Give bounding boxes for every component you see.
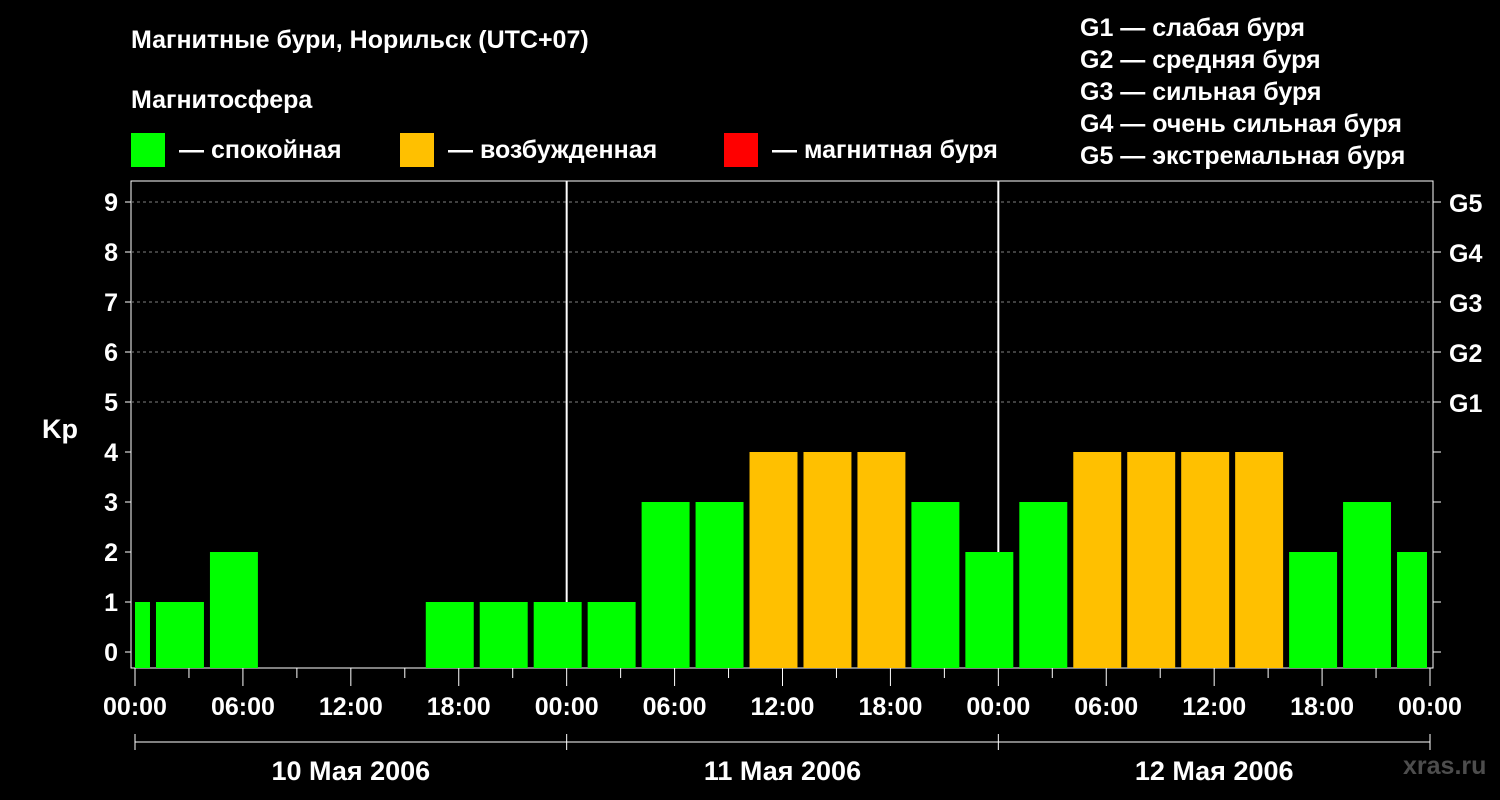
legend-item-active: — возбужденная: [400, 133, 657, 167]
kp-bar: [695, 502, 744, 668]
kp-bar: [1343, 502, 1392, 668]
kp-bar: [749, 452, 798, 668]
y-tick-label: 2: [104, 539, 118, 567]
legend-swatch-active: [400, 133, 434, 167]
kp-bar: [425, 602, 474, 668]
kp-bar: [803, 452, 852, 668]
kp-bar: [1235, 452, 1284, 668]
x-tick-label: 00:00: [103, 693, 167, 721]
g-legend-item: G4 — очень сильная буря: [1080, 110, 1402, 138]
kp-bar: [965, 552, 1014, 668]
g-scale-legend: G1 — слабая буря G2 — средняя буря G3 — …: [1080, 12, 1405, 172]
kp-bar: [479, 602, 528, 668]
x-tick-label: 06:00: [1074, 693, 1138, 721]
x-tick-label: 18:00: [858, 693, 922, 721]
day-label: 12 Мая 2006: [1135, 756, 1294, 786]
legend-label-storm: — магнитная буря: [772, 135, 998, 164]
g-legend-item: G3 — сильная буря: [1080, 78, 1322, 106]
legend-item-quiet: — спокойная: [131, 133, 342, 167]
g-legend-item: G1 — слабая буря: [1080, 14, 1306, 42]
x-tick-label: 12:00: [751, 693, 815, 721]
kp-bar: [1181, 452, 1230, 668]
g-scale-label: G1: [1449, 390, 1482, 418]
kp-bar: [1289, 552, 1338, 668]
chart-title: Магнитные бури, Норильск (UTC+07): [131, 26, 589, 54]
legend-swatch-quiet: [131, 133, 165, 167]
day-label: 10 Мая 2006: [271, 756, 430, 786]
g-legend-item: G5 — экстремальная буря: [1080, 142, 1406, 170]
kp-bar: [1073, 452, 1122, 668]
kp-bar: [135, 602, 150, 668]
y-tick-label: 3: [104, 489, 118, 517]
x-tick-label: 06:00: [643, 693, 707, 721]
x-tick-label: 00:00: [1398, 693, 1462, 721]
g-legend-item: G2 — средняя буря: [1080, 46, 1321, 74]
x-tick-label: 06:00: [211, 693, 275, 721]
y-axis-label: Kp: [42, 414, 78, 444]
kp-bar: [209, 552, 258, 668]
x-tick-label: 00:00: [535, 693, 599, 721]
legend-label-active: — возбужденная: [448, 135, 658, 164]
legend-label-quiet: — спокойная: [179, 135, 342, 164]
g-scale-label: G3: [1449, 290, 1482, 318]
y-tick-label: 4: [104, 439, 118, 467]
x-tick-label: 18:00: [427, 693, 491, 721]
kp-bar: [1019, 502, 1068, 668]
kp-bar: [641, 502, 690, 668]
magnetosphere-heading: Магнитосфера: [131, 86, 313, 114]
legend-swatch-storm: [724, 133, 758, 167]
kp-bar: [155, 602, 204, 668]
y-tick-label: 7: [104, 289, 118, 317]
y-tick-label: 0: [104, 639, 118, 667]
x-tick-label: 12:00: [1182, 693, 1246, 721]
kp-bar: [1127, 452, 1176, 668]
g-scale-label: G5: [1449, 190, 1482, 218]
kp-bar: [587, 602, 636, 668]
watermark: xras.ru: [1403, 752, 1487, 780]
day-label: 11 Мая 2006: [704, 756, 861, 786]
x-tick-label: 12:00: [319, 693, 383, 721]
kp-bar: [533, 602, 582, 668]
kp-bar: [1397, 552, 1427, 668]
y-tick-label: 1: [104, 589, 118, 617]
legend-item-storm: — магнитная буря: [724, 133, 998, 167]
x-tick-label: 18:00: [1290, 693, 1354, 721]
kp-bar: [857, 452, 906, 668]
g-scale-label: G4: [1449, 240, 1482, 268]
x-tick-label: 00:00: [966, 693, 1030, 721]
y-tick-label: 5: [104, 389, 118, 417]
g-scale-label: G2: [1449, 340, 1482, 368]
y-tick-label: 6: [104, 339, 118, 367]
y-tick-label: 9: [104, 189, 118, 217]
kp-bar: [911, 502, 960, 668]
y-tick-label: 8: [104, 239, 118, 267]
